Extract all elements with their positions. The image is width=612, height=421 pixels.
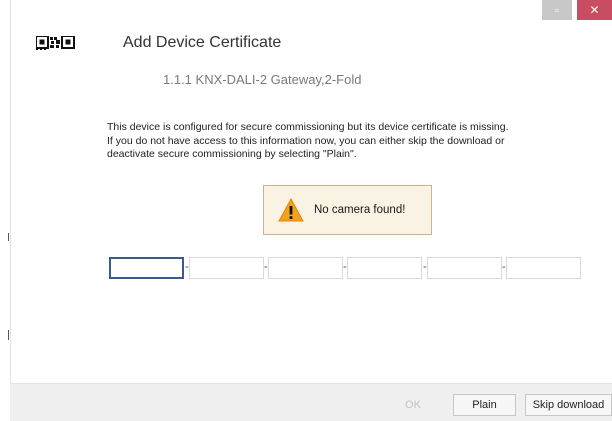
certificate-field-6[interactable] — [506, 257, 581, 279]
camera-notice-text: No camera found! — [314, 204, 406, 216]
skip-download-button[interactable]: Skip download — [525, 394, 612, 416]
message-line: If you do not have access to this inform… — [107, 134, 505, 147]
message-line: deactivate secure commissioning by selec… — [107, 148, 357, 160]
background-window-edge — [0, 0, 10, 421]
camera-notice: No camera found! — [263, 185, 432, 235]
certificate-field-5[interactable] — [427, 257, 502, 279]
info-message: This device is configured for secure com… — [107, 121, 577, 162]
minimize-icon: ▫ — [554, 3, 560, 17]
plain-button[interactable]: Plain — [453, 394, 516, 416]
qr-code-icon — [36, 36, 75, 50]
certificate-field-1[interactable] — [109, 257, 184, 279]
ok-button[interactable]: OK — [388, 394, 438, 416]
minimize-button[interactable]: ▫ — [542, 0, 572, 20]
close-button[interactable]: ✕ — [577, 0, 612, 20]
certificate-field-3[interactable] — [268, 257, 343, 279]
dialog-title: Add Device Certificate — [123, 34, 282, 51]
warning-icon — [278, 198, 304, 222]
certificate-field-2[interactable] — [189, 257, 264, 279]
dialog-footer: OK Plain Skip download — [10, 383, 612, 421]
background-window-mark — [8, 330, 9, 340]
message-line: This device is configured for secure com… — [107, 121, 509, 133]
background-window-mark — [8, 233, 9, 241]
close-icon: ✕ — [589, 3, 600, 17]
device-name: 1.1.1 KNX-DALI-2 Gateway,2-Fold — [163, 72, 362, 87]
certificate-field-4[interactable] — [347, 257, 422, 279]
